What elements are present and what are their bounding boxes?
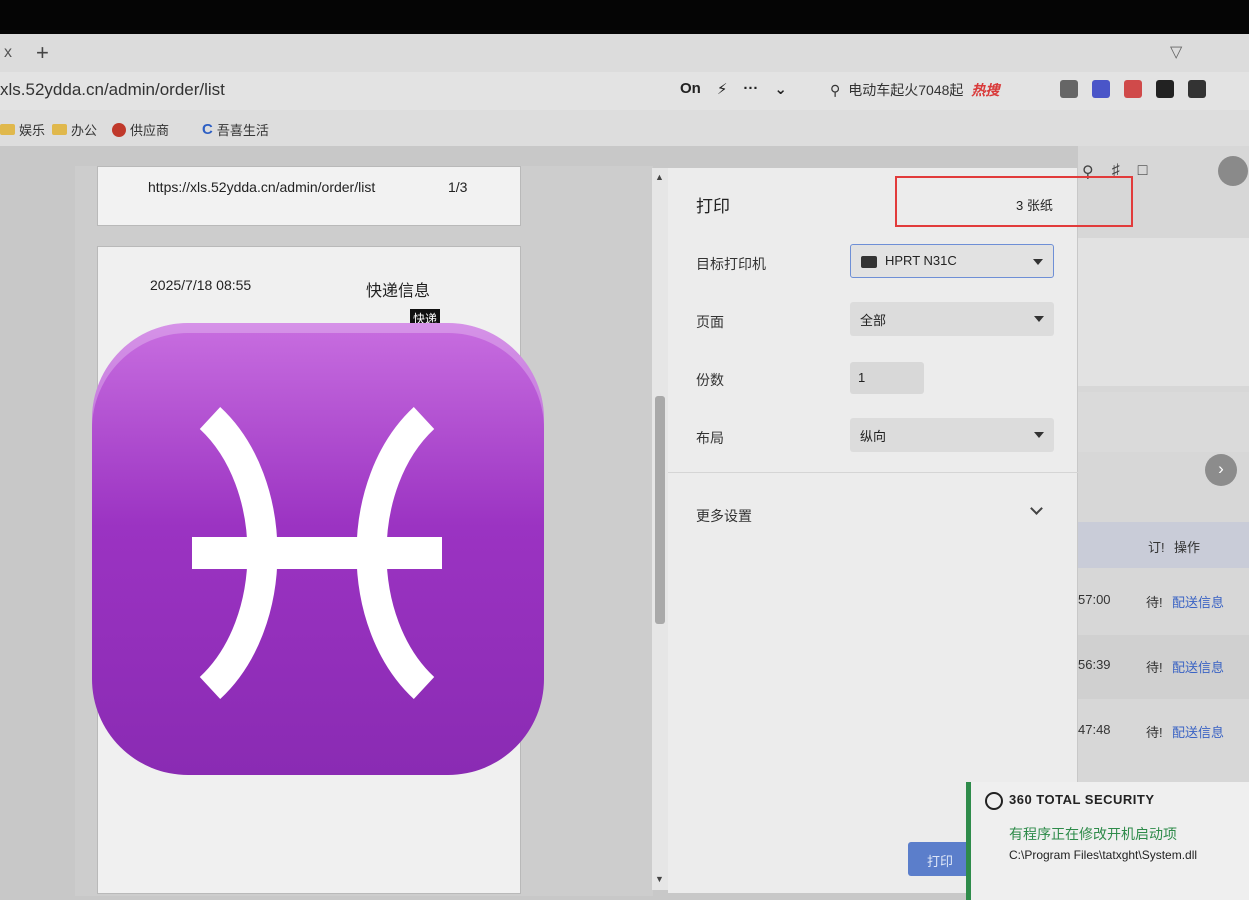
- security-file-path: C:\Program Files\tatxght\System.dll: [1009, 848, 1198, 862]
- row-status: 待!: [1146, 595, 1163, 610]
- chevron-down-icon: [1034, 432, 1044, 438]
- security-message: 有程序正在修改开机启动项: [1009, 826, 1177, 842]
- apps-grid-icon[interactable]: [1188, 80, 1206, 98]
- bookmark-supplier[interactable]: 供应商: [112, 120, 169, 139]
- bookmark-office[interactable]: 办公: [52, 120, 97, 139]
- page-header-url: https://xls.52ydda.cn/admin/order/list: [148, 179, 376, 195]
- search-suggestion[interactable]: 电动车起火7048起: [848, 80, 963, 100]
- scroll-down-arrow-icon[interactable]: ▼: [655, 874, 664, 884]
- admin-filter-area: [1078, 238, 1249, 386]
- page-number: 1/3: [448, 179, 468, 195]
- more-icon[interactable]: ···: [743, 80, 758, 98]
- delivery-info-link[interactable]: 配送信息: [1172, 592, 1224, 611]
- row-status: 待!: [1146, 725, 1163, 740]
- tab-bar: x + ▽: [0, 34, 1249, 72]
- address-bar-actions: On ⚡ ··· ⌄: [680, 80, 787, 98]
- extension-red-icon[interactable]: [1124, 80, 1142, 98]
- search-box[interactable]: ⚲ 电动车起火7048起 热搜: [830, 80, 999, 100]
- chevron-right-icon[interactable]: ›: [1205, 454, 1237, 486]
- extension-blue-icon[interactable]: [1092, 80, 1110, 98]
- page-title: 快递信息: [366, 283, 431, 300]
- pisces-emoji-icon: [92, 323, 544, 775]
- printer-value: HPRT N31C: [885, 253, 957, 268]
- table-row: 47:48 待! 配送信息: [1078, 700, 1249, 764]
- layout-value: 纵向: [860, 429, 887, 444]
- preview-scrollbar[interactable]: ▲ ▼: [652, 168, 668, 890]
- printer-icon: [861, 255, 877, 268]
- search-icon: ⚲: [830, 81, 841, 98]
- print-button[interactable]: 打印: [908, 842, 972, 876]
- copies-label: 份数: [696, 372, 724, 388]
- hot-search-badge[interactable]: 热搜: [971, 80, 999, 100]
- row-time: 47:48: [1078, 722, 1111, 737]
- table-header: 订! 操作: [1078, 522, 1249, 568]
- pages-label: 页面: [696, 314, 724, 330]
- scissors-icon[interactable]: [1060, 80, 1078, 98]
- tab-close-button[interactable]: x: [4, 44, 12, 62]
- 360-logo-icon: [985, 792, 1003, 810]
- pages-select[interactable]: 全部: [850, 302, 1054, 336]
- fullscreen-icon[interactable]: □: [1138, 162, 1148, 182]
- printer-label: 目标打印机: [696, 256, 766, 272]
- copies-input[interactable]: 1: [850, 362, 924, 394]
- chevron-down-icon[interactable]: [1030, 502, 1043, 515]
- new-tab-button[interactable]: +: [36, 40, 49, 66]
- extension-square-icon[interactable]: [1156, 80, 1174, 98]
- row-time: 56:39: [1078, 657, 1111, 672]
- scrollbar-thumb[interactable]: [655, 396, 665, 624]
- scroll-up-arrow-icon[interactable]: ▲: [655, 172, 664, 182]
- supplier-logo-icon: [112, 122, 126, 137]
- more-settings-toggle[interactable]: 更多设置: [696, 506, 752, 526]
- preview-page-1: https://xls.52ydda.cn/admin/order/list 1…: [97, 166, 521, 226]
- pages-value: 全部: [860, 313, 887, 328]
- layout-select[interactable]: 纵向: [850, 418, 1054, 452]
- security-notification[interactable]: 360 TOTAL SECURITY 有程序正在修改开机启动项 C:\Progr…: [966, 782, 1249, 900]
- divider: [668, 472, 1078, 473]
- folder-icon: [0, 124, 15, 135]
- highlight-annotation-box: [895, 176, 1133, 227]
- column-order: 订!: [1148, 540, 1165, 555]
- security-brand: 360 TOTAL SECURITY: [1009, 792, 1155, 807]
- password-key-icon[interactable]: On: [680, 80, 701, 98]
- column-operations: 操作: [1174, 540, 1201, 555]
- page-date: 2025/7/18 08:55: [150, 277, 252, 293]
- table-row: 56:39 待! 配送信息: [1078, 635, 1249, 699]
- avatar[interactable]: [1218, 156, 1248, 186]
- pisces-symbol-icon: [192, 407, 442, 699]
- c-logo-icon: C: [202, 121, 213, 138]
- chevron-down-icon: [1033, 259, 1043, 265]
- printer-select[interactable]: HPRT N31C: [850, 244, 1054, 278]
- admin-toolbar-area: [1078, 392, 1249, 452]
- lightning-icon[interactable]: ⚡: [717, 80, 728, 98]
- bookmarks-bar: 娱乐 办公 供应商 C 吾喜生活: [0, 110, 1249, 146]
- chevron-down-icon: [1034, 316, 1044, 322]
- table-row: 57:00 待! 配送信息: [1078, 570, 1249, 634]
- folder-icon: [52, 124, 67, 135]
- row-time: 57:00: [1078, 592, 1111, 607]
- row-status: 待!: [1146, 660, 1163, 675]
- screen-top-bezel: [0, 0, 1249, 34]
- delivery-info-link[interactable]: 配送信息: [1172, 657, 1224, 676]
- shield-icon[interactable]: ▽: [1170, 42, 1182, 62]
- url-field[interactable]: xls.52ydda.cn/admin/order/list: [0, 80, 225, 100]
- print-dialog-title: 打印: [696, 197, 730, 216]
- layout-label: 布局: [696, 430, 724, 446]
- chevron-down-icon[interactable]: ⌄: [774, 80, 787, 98]
- address-bar: xls.52ydda.cn/admin/order/list On ⚡ ··· …: [0, 72, 1249, 110]
- bookmark-wuxi-life[interactable]: C 吾喜生活: [202, 120, 269, 139]
- bookmark-entertainment[interactable]: 娱乐: [0, 120, 45, 139]
- extension-toolbar: [1060, 80, 1206, 98]
- delivery-info-link[interactable]: 配送信息: [1172, 722, 1224, 741]
